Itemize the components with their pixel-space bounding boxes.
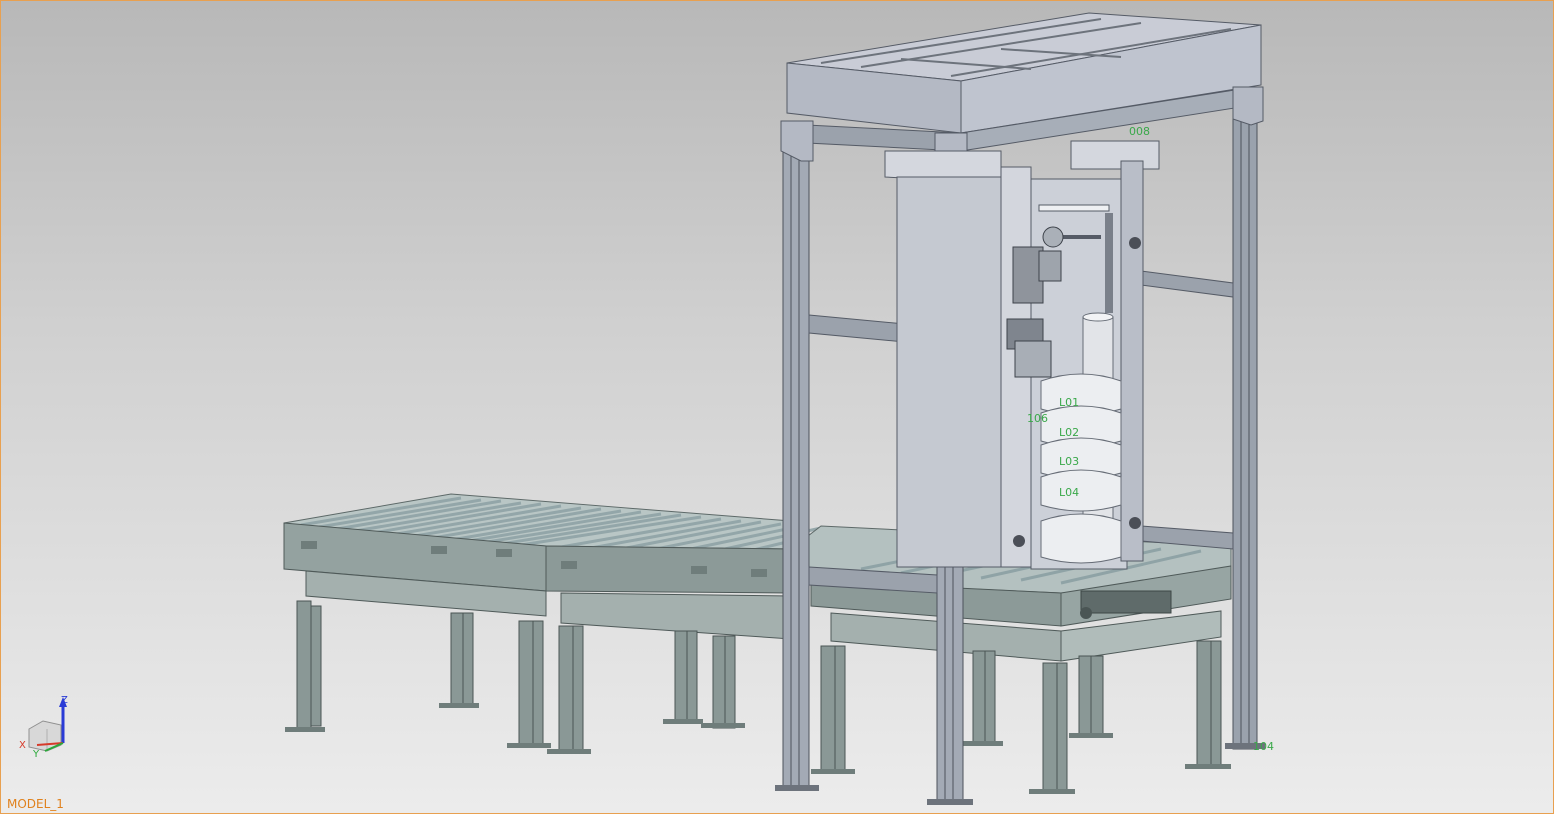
tag-top: 008 bbox=[1129, 125, 1150, 138]
x-label: X bbox=[19, 740, 26, 751]
tag-104: 104 bbox=[1253, 740, 1274, 753]
view-triad[interactable]: Z X Y bbox=[19, 695, 68, 760]
layer-label: L02 bbox=[1059, 426, 1079, 439]
z-label: Z bbox=[61, 695, 68, 706]
layer-label: L01 bbox=[1059, 396, 1079, 409]
model-scene[interactable]: 106 104 008 L01 L02 L03 L04 Z X Y bbox=[1, 1, 1553, 813]
tag-106: 106 bbox=[1027, 412, 1048, 425]
layer-label: L04 bbox=[1059, 486, 1079, 499]
model-name-label: MODEL_1 bbox=[7, 797, 64, 811]
layer-label: L03 bbox=[1059, 455, 1079, 468]
graphics-viewport[interactable]: 106 104 008 L01 L02 L03 L04 Z X Y MODEL_… bbox=[0, 0, 1554, 814]
conveyor-section-left[interactable] bbox=[283, 493, 842, 754]
y-label: Y bbox=[32, 749, 40, 760]
